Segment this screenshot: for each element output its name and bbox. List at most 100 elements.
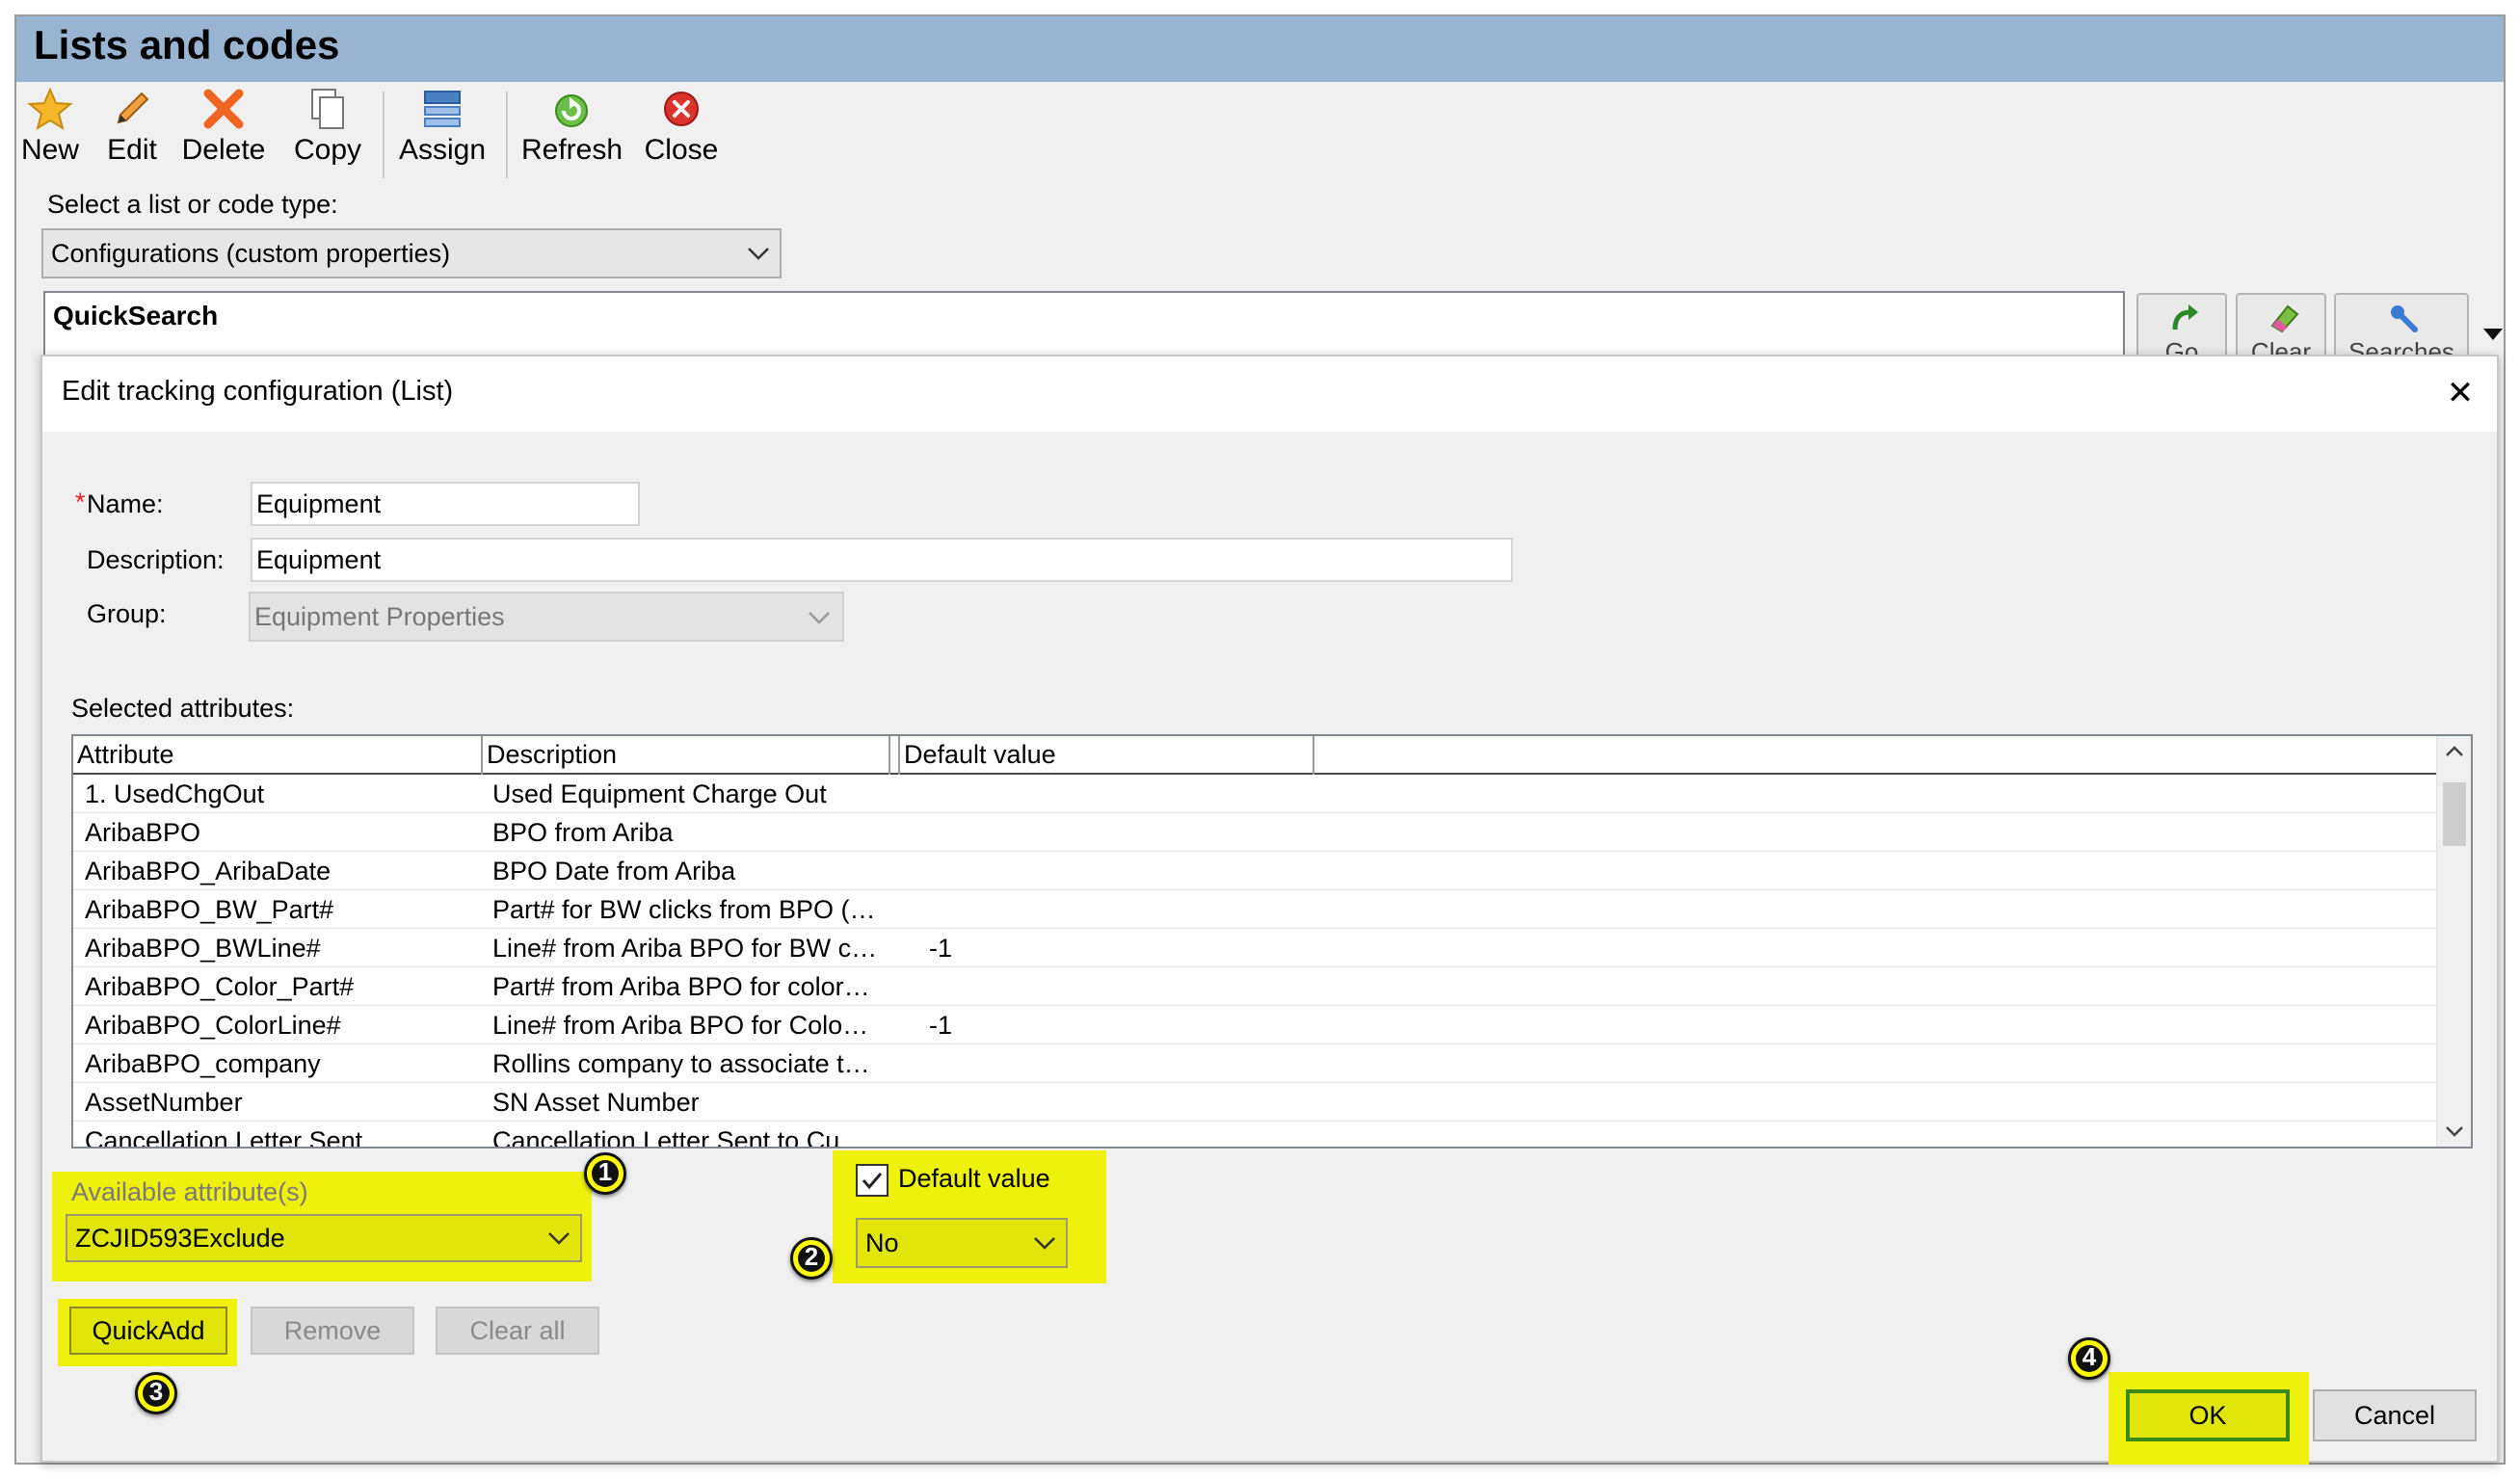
required-mark: * [75,488,86,516]
description-cell: Part# from Ariba BPO for color… [492,972,870,1001]
copy-icon [311,89,344,129]
callout-number: 3 [148,1377,164,1406]
delete-x-icon [203,89,244,129]
remove-button[interactable]: Remove [251,1307,414,1355]
refresh-button[interactable]: Refresh [521,86,623,182]
callout-number: 4 [2082,1342,2097,1371]
list-type-value: Configurations (custom properties) [51,238,451,268]
callout-badge-2: 2 [790,1237,833,1280]
table-row[interactable]: AribaBPO_AribaDate BPO Date from Ariba [73,852,2439,890]
column-header-description[interactable]: Description [483,736,890,775]
default-value-select-value: No [865,1228,899,1257]
name-input[interactable]: Equipment [251,482,640,526]
default-value-checkbox[interactable] [856,1164,889,1197]
description-cell: Line# from Ariba BPO for BW c… [492,934,878,963]
available-attributes-label: Available attribute(s) [71,1177,308,1206]
checkmark-icon [862,1173,883,1190]
chevron-down-icon [748,248,769,260]
chevron-down-icon[interactable] [2445,1125,2464,1139]
table-header: Attribute Description Default value [73,736,2439,775]
available-attributes-value: ZCJID593Exclude [75,1223,285,1253]
selected-attributes-label: Selected attributes: [71,694,295,723]
description-cell: SN Asset Number [492,1088,700,1117]
clear-all-button[interactable]: Clear all [436,1307,599,1355]
table-row[interactable]: AribaBPO_Color_Part# Part# from Ariba BPO… [73,967,2439,1006]
table-row[interactable]: AribaBPO BPO from Ariba [73,813,2439,852]
description-input[interactable]: Equipment [251,538,1513,582]
attribute-cell: AribaBPO [85,818,201,847]
edit-tracking-configuration-dialog: Edit tracking configuration (List) ✕ * N… [40,355,2499,1465]
attribute-cell: AribaBPO_ColorLine# [85,1011,341,1040]
list-type-label: Select a list or code type: [47,190,338,219]
group-value: Equipment Properties [254,601,505,631]
list-type-select[interactable]: Configurations (custom properties) [41,228,782,278]
vertical-scrollbar[interactable] [2436,736,2471,1147]
name-value: Equipment [256,489,382,518]
close-circle-icon [664,92,699,126]
attribute-cell: Cancellation Letter Sent [85,1126,363,1149]
attribute-cell: AribaBPO_BW_Part# [85,895,334,924]
ok-button[interactable]: OK [2126,1389,2290,1441]
group-select[interactable]: Equipment Properties [249,592,844,642]
description-cell: Used Equipment Charge Out [492,779,827,808]
quickadd-button[interactable]: QuickAdd [69,1307,227,1355]
default-value-cell: -1 [929,1011,953,1040]
go-arrow-icon [2172,304,2198,330]
dialog-title: Edit tracking configuration (List) [62,376,454,407]
attribute-cell: AribaBPO_company [85,1049,321,1078]
attribute-cell: AribaBPO_BWLine# [85,934,321,963]
description-label: Description: [87,545,225,574]
column-resizer[interactable] [890,736,900,775]
table-row[interactable]: AribaBPO_BWLine# Line# from Ariba BPO for… [73,929,2439,967]
table-row[interactable]: AssetNumber SN Asset Number [73,1083,2439,1122]
chevron-up-icon[interactable] [2445,744,2464,757]
description-cell: BPO Date from Ariba [492,857,736,885]
delete-button[interactable]: Delete [180,86,267,182]
selected-attributes-table: Attribute Description Default value 1. U… [71,734,2473,1149]
dropdown-arrow-icon[interactable] [2481,327,2505,342]
table-row[interactable]: Cancellation Letter Sent Cancellation Let… [73,1122,2439,1149]
callout-badge-3: 3 [135,1372,177,1414]
quicksearch-title: QuickSearch [53,301,219,330]
callout-badge-4: 4 [2068,1337,2110,1380]
close-button[interactable]: Close [643,86,720,182]
default-value-select[interactable]: No [856,1218,1068,1268]
toolbar-separator [506,92,508,178]
table-row[interactable]: 1. UsedChgOut Used Equipment Charge Out [73,775,2439,813]
callout-badge-1: 1 [584,1152,626,1195]
title-bar: Lists and codes [16,16,2504,82]
window-title: Lists and codes [34,22,340,67]
pencil-icon [117,92,149,124]
description-cell: Line# from Ariba BPO for Colo… [492,1011,869,1040]
scrollbar-thumb[interactable] [2443,782,2466,846]
name-label: Name: [87,489,164,518]
description-cell: Rollins company to associate t… [492,1049,870,1078]
available-attributes-select[interactable]: ZCJID593Exclude [66,1214,582,1262]
column-header-attribute[interactable]: Attribute [73,736,483,775]
chevron-down-icon [809,612,830,624]
column-header-default-value[interactable]: Default value [900,736,1314,775]
table-row[interactable]: AribaBPO_ColorLine# Line# from Ariba BPO … [73,1006,2439,1044]
attribute-cell: AssetNumber [85,1088,243,1117]
star-icon [27,87,73,131]
new-button[interactable]: New [18,86,82,182]
description-value: Equipment [256,544,382,574]
refresh-icon [555,94,588,127]
cancel-button[interactable]: Cancel [2313,1389,2477,1441]
table-row[interactable]: AribaBPO_BW_Part# Part# for BW clicks fro… [73,890,2439,929]
description-cell: Part# for BW clicks from BPO (… [492,895,876,924]
callout-number: 2 [804,1242,819,1271]
assign-button[interactable]: Assign [398,86,487,182]
callout-number: 1 [597,1157,613,1186]
default-value-cell: -1 [929,934,953,963]
edit-button[interactable]: Edit [105,86,159,182]
group-label: Group: [87,599,167,628]
attribute-cell: AribaBPO_AribaDate [85,857,332,885]
dialog-close-icon[interactable]: ✕ [2441,374,2480,412]
default-value-checkbox-label: Default value [898,1164,1050,1193]
chevron-down-icon [1034,1237,1055,1250]
toolbar-separator [383,92,385,178]
table-row[interactable]: AribaBPO_company Rollins company to assoc… [73,1044,2439,1083]
copy-button[interactable]: Copy [292,86,363,182]
dialog-header: Edit tracking configuration (List) ✕ [42,357,2497,432]
